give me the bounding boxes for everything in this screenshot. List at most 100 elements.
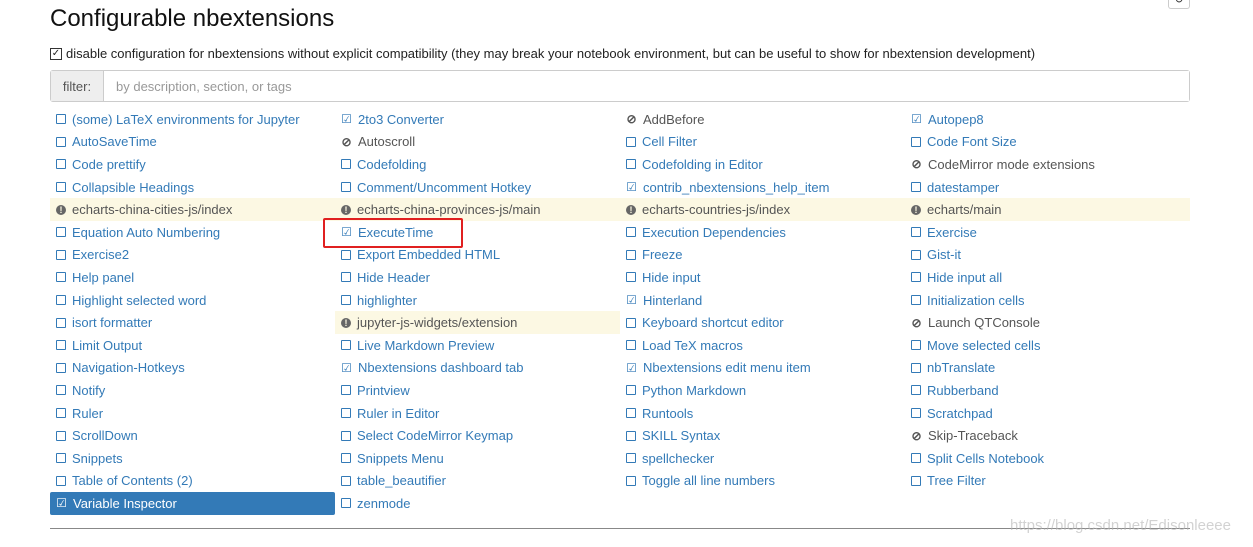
nbextension-item[interactable]: ! echarts-china-provinces-js/main <box>335 198 620 221</box>
nbextension-label: Export Embedded HTML <box>357 247 501 263</box>
nbextension-label: AutoSaveTime <box>72 134 157 150</box>
nbextension-item[interactable]: Codefolding in Editor <box>620 153 905 176</box>
nbextension-item[interactable]: Notify <box>50 379 335 402</box>
nbextension-item[interactable]: Cell Filter <box>620 131 905 154</box>
nbextension-item[interactable]: Exercise2 <box>50 244 335 267</box>
nbextension-item[interactable]: Rubberband <box>905 379 1190 402</box>
nbextension-item[interactable]: highlighter <box>335 289 620 312</box>
unchecked-checkbox-icon <box>341 453 351 464</box>
unchecked-checkbox-icon <box>341 340 351 351</box>
nbextension-item[interactable]: Toggle all line numbers <box>620 470 905 493</box>
nbextension-label: (some) LaTeX environments for Jupyter <box>72 111 300 127</box>
unchecked-checkbox-icon <box>911 136 921 147</box>
nbextension-item[interactable]: Python Markdown <box>620 379 905 402</box>
nbextension-item[interactable]: Hide input <box>620 266 905 289</box>
unchecked-checkbox-icon <box>626 430 636 441</box>
nbextension-item[interactable]: Limit Output <box>50 334 335 357</box>
nbextension-item[interactable]: ☑ contrib_nbextensions_help_item <box>620 176 905 199</box>
nbextension-item[interactable]: ! jupyter-js-widgets/extension <box>335 311 620 334</box>
unchecked-checkbox-icon <box>56 385 66 396</box>
nbextension-item[interactable]: Load TeX macros <box>620 334 905 357</box>
nbextension-item[interactable]: datestamper <box>905 176 1190 199</box>
nbextension-item[interactable]: Ruler in Editor <box>335 402 620 425</box>
unchecked-checkbox-icon <box>626 453 636 464</box>
nbextension-item[interactable]: ! echarts-china-cities-js/index <box>50 198 335 221</box>
nbextension-label: Launch QTConsole <box>928 315 1041 331</box>
nbextension-item[interactable]: Help panel <box>50 266 335 289</box>
nbextension-item[interactable]: ⊘ AddBefore <box>620 108 905 131</box>
unchecked-checkbox-icon <box>56 475 66 486</box>
nbextension-item[interactable]: table_beautifier <box>335 470 620 493</box>
nbextension-item[interactable]: Initialization cells <box>905 289 1190 312</box>
nbextension-item[interactable]: ☑ Autopep8 <box>905 108 1190 131</box>
nbextension-item[interactable]: ScrollDown <box>50 424 335 447</box>
nbextension-item[interactable]: Select CodeMirror Keymap <box>335 424 620 447</box>
nbextension-item[interactable]: ☑ Hinterland <box>620 289 905 312</box>
nbextension-item[interactable]: Code prettify <box>50 153 335 176</box>
checked-checkbox-icon: ☑ <box>911 112 922 127</box>
nbextension-label: Codefolding in Editor <box>642 156 763 172</box>
nbextension-item[interactable]: Codefolding <box>335 153 620 176</box>
nbextension-label: Hide input <box>642 269 701 285</box>
nbextension-item[interactable]: ☑ Nbextensions edit menu item <box>620 357 905 380</box>
nbextension-item[interactable]: Comment/Uncomment Hotkey <box>335 176 620 199</box>
nbextension-item[interactable]: ☑ Nbextensions dashboard tab <box>335 357 620 380</box>
nbextension-item[interactable]: Gist-it <box>905 244 1190 267</box>
nbextension-label: Codefolding <box>357 156 427 172</box>
refresh-button[interactable]: ↻ <box>1168 0 1190 9</box>
compat-checkbox[interactable]: ✓ <box>50 47 62 60</box>
nbextension-label: Skip-Traceback <box>928 428 1018 444</box>
nbextension-item[interactable]: Hide input all <box>905 266 1190 289</box>
nbextension-item[interactable]: ☑ 2to3 Converter <box>335 108 620 131</box>
nbextension-item[interactable]: ⊘ Launch QTConsole <box>905 311 1190 334</box>
nbextension-item[interactable]: spellchecker <box>620 447 905 470</box>
nbextension-label: Tree Filter <box>927 473 986 489</box>
nbextension-item[interactable]: Hide Header <box>335 266 620 289</box>
nbextension-item[interactable]: Table of Contents (2) <box>50 470 335 493</box>
nbextension-item[interactable]: Collapsible Headings <box>50 176 335 199</box>
nbextension-label: isort formatter <box>72 315 153 331</box>
nbextension-label: echarts-china-cities-js/index <box>72 202 233 218</box>
nbextension-item[interactable]: Printview <box>335 379 620 402</box>
nbextension-item[interactable]: SKILL Syntax <box>620 424 905 447</box>
nbextension-item[interactable]: nbTranslate <box>905 357 1190 380</box>
nbextension-item[interactable]: ⊘ Skip-Traceback <box>905 424 1190 447</box>
nbextension-item[interactable]: Freeze <box>620 244 905 267</box>
nbextension-label: Keyboard shortcut editor <box>642 315 784 331</box>
nbextension-item[interactable]: Scratchpad <box>905 402 1190 425</box>
nbextension-label: Help panel <box>72 269 135 285</box>
nbextension-item[interactable]: Snippets <box>50 447 335 470</box>
compat-checkbox-row[interactable]: ✓ disable configuration for nbextensions… <box>50 46 1035 61</box>
nbextension-label: Nbextensions dashboard tab <box>358 360 524 376</box>
nbextension-item[interactable]: Move selected cells <box>905 334 1190 357</box>
nbextension-item[interactable]: Navigation-Hotkeys <box>50 357 335 380</box>
nbextension-item[interactable]: AutoSaveTime <box>50 131 335 154</box>
nbextension-item[interactable]: Execution Dependencies <box>620 221 905 244</box>
nbextension-item[interactable]: Keyboard shortcut editor <box>620 311 905 334</box>
nbextension-item[interactable]: ! echarts/main <box>905 198 1190 221</box>
nbextension-item[interactable]: Export Embedded HTML <box>335 244 620 267</box>
nbextension-item[interactable]: Snippets Menu <box>335 447 620 470</box>
nbextension-item[interactable]: Code Font Size <box>905 131 1190 154</box>
nbextension-item[interactable]: Tree Filter <box>905 470 1190 493</box>
unchecked-checkbox-icon <box>911 227 921 238</box>
nbextension-label: Autoscroll <box>358 134 416 150</box>
nbextension-item[interactable]: (some) LaTeX environments for Jupyter <box>50 108 335 131</box>
nbextension-item[interactable]: ⊘ CodeMirror mode extensions <box>905 153 1190 176</box>
nbextension-item[interactable]: Highlight selected word <box>50 289 335 312</box>
nbextension-item[interactable]: ! echarts-countries-js/index <box>620 198 905 221</box>
nbextension-item[interactable]: isort formatter <box>50 311 335 334</box>
filter-input[interactable] <box>104 71 1189 101</box>
nbextension-item[interactable]: ⊘ Autoscroll <box>335 131 620 154</box>
nbextension-item[interactable]: Split Cells Notebook <box>905 447 1190 470</box>
unchecked-checkbox-icon <box>341 408 351 419</box>
nbextension-item[interactable]: Equation Auto Numbering <box>50 221 335 244</box>
nbextension-item[interactable]: Live Markdown Preview <box>335 334 620 357</box>
nbextension-item[interactable]: Exercise <box>905 221 1190 244</box>
nbextension-item[interactable]: Ruler <box>50 402 335 425</box>
disabled-icon: ⊘ <box>911 315 922 330</box>
nbextension-item[interactable]: Runtools <box>620 402 905 425</box>
nbextension-item[interactable]: ☑ Variable Inspector <box>50 492 335 515</box>
nbextension-item[interactable]: ☑ ExecuteTime <box>335 221 620 244</box>
nbextension-item[interactable]: zenmode <box>335 492 620 515</box>
